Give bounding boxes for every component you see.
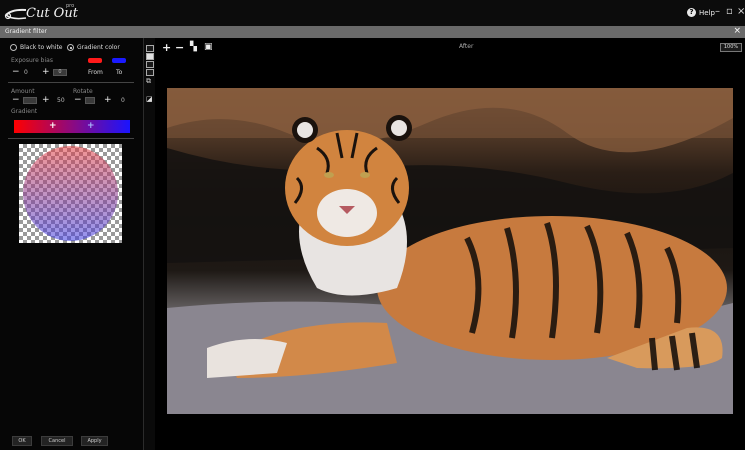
zoom-level[interactable]: 100% bbox=[720, 43, 742, 52]
app-logo: Cut Out pro bbox=[4, 2, 84, 26]
restore-icon[interactable]: ▫ bbox=[726, 6, 733, 17]
before-view-icon[interactable] bbox=[146, 45, 154, 52]
amount-label: Amount bbox=[11, 88, 35, 95]
rotate-decrease-button[interactable]: − bbox=[74, 96, 82, 105]
gradient-label: Gradient bbox=[11, 108, 38, 115]
radio-label: Gradient color bbox=[77, 44, 120, 51]
image-canvas[interactable] bbox=[167, 88, 733, 414]
to-color-swatch[interactable] bbox=[112, 58, 126, 63]
gradient-preview bbox=[19, 144, 122, 243]
ok-button[interactable]: OK bbox=[12, 436, 32, 446]
tiger-photo bbox=[167, 88, 733, 414]
rotate-value: 0 bbox=[121, 97, 125, 104]
help-label: Help bbox=[699, 8, 715, 17]
exposure-value: 0 bbox=[24, 69, 28, 76]
to-label: To bbox=[116, 69, 123, 76]
dialog-close-icon[interactable]: × bbox=[733, 26, 741, 36]
actual-size-icon[interactable]: ▣ bbox=[204, 42, 213, 53]
rotate-field[interactable] bbox=[85, 97, 95, 104]
app-title-bar: Cut Out pro ? Help – ▫ × bbox=[0, 0, 745, 26]
help-button[interactable]: ? Help bbox=[687, 8, 715, 17]
apply-button[interactable]: Apply bbox=[81, 436, 108, 446]
scissors-icon bbox=[4, 8, 27, 20]
divider bbox=[8, 82, 134, 83]
zoom-out-icon[interactable]: − bbox=[175, 42, 184, 53]
divider bbox=[8, 138, 134, 139]
exposure-bias-label: Exposure bias bbox=[11, 57, 53, 64]
view-mode-label: After bbox=[459, 43, 474, 50]
fit-window-icon[interactable]: ▚ bbox=[190, 42, 197, 53]
radio-black-to-white[interactable]: Black to white bbox=[10, 44, 63, 51]
exposure-decrease-button[interactable]: − bbox=[12, 68, 20, 77]
amount-decrease-button[interactable]: − bbox=[12, 96, 20, 105]
compare-view-icon[interactable] bbox=[146, 69, 154, 76]
rotate-increase-button[interactable]: + bbox=[104, 96, 112, 105]
help-icon: ? bbox=[687, 8, 696, 17]
radio-gradient-color[interactable]: Gradient color bbox=[67, 44, 120, 51]
view-toolbar: ⧉ ◪ bbox=[143, 38, 155, 450]
minimize-icon[interactable]: – bbox=[715, 6, 720, 17]
radio-dot-selected bbox=[67, 44, 74, 51]
radio-label: Black to white bbox=[20, 44, 63, 51]
amount-value: 50 bbox=[57, 97, 65, 104]
amount-field[interactable] bbox=[23, 97, 37, 104]
amount-increase-button[interactable]: + bbox=[42, 96, 50, 105]
app-edition-badge: pro bbox=[66, 3, 75, 9]
split-view-icon[interactable] bbox=[146, 61, 154, 68]
paint-bucket-icon[interactable]: ◪ bbox=[146, 96, 154, 103]
after-view-icon[interactable] bbox=[146, 53, 154, 60]
from-label: From bbox=[88, 69, 103, 76]
gradient-bar[interactable] bbox=[14, 120, 130, 133]
preview-circle bbox=[23, 146, 118, 241]
exposure-increase-button[interactable]: + bbox=[42, 68, 50, 77]
gradient-stop-from[interactable]: + bbox=[49, 122, 57, 131]
from-color-swatch[interactable] bbox=[88, 58, 102, 63]
dialog-title: Gradient filter bbox=[5, 28, 47, 35]
close-icon[interactable]: × bbox=[737, 6, 745, 17]
rotate-label: Rotate bbox=[73, 88, 93, 95]
radio-dot bbox=[10, 44, 17, 51]
exposure-field[interactable]: 0 bbox=[53, 69, 67, 76]
gradient-filter-panel: Black to white Gradient color Exposure b… bbox=[0, 38, 143, 450]
gradient-stop-to[interactable]: + bbox=[87, 122, 95, 131]
zoom-in-icon[interactable]: + bbox=[162, 42, 171, 53]
dialog-header: Gradient filter × bbox=[0, 26, 745, 38]
layers-icon[interactable]: ⧉ bbox=[146, 78, 154, 85]
cancel-button[interactable]: Cancel bbox=[41, 436, 73, 446]
